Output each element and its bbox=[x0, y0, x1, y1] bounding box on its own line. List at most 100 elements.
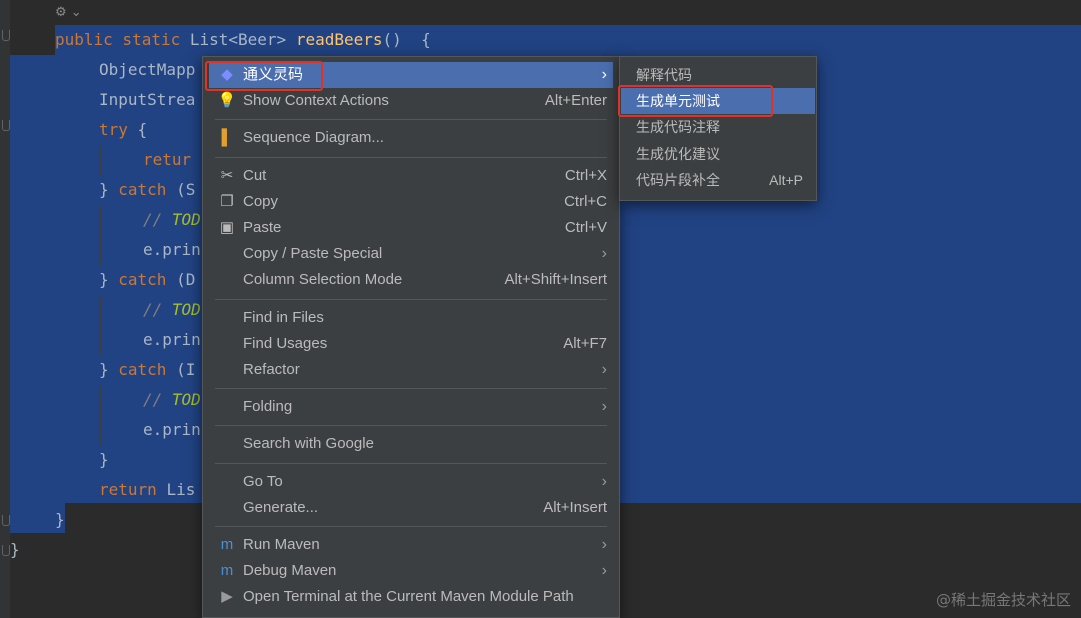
menu-item-label: Open Terminal at the Current Maven Modul… bbox=[243, 588, 574, 606]
code-line[interactable]: e.prin bbox=[143, 235, 201, 265]
indent-guide bbox=[100, 295, 101, 355]
menu-item-refactor[interactable]: Refactor › bbox=[209, 357, 613, 383]
code-line[interactable]: } catch (S bbox=[99, 175, 195, 205]
code-token: ObjectMapp bbox=[99, 60, 196, 79]
submenu-item-label: 生成优化建议 bbox=[636, 145, 720, 162]
menu-item-debug-maven[interactable]: m Debug Maven › bbox=[209, 558, 613, 584]
menu-item-label: Show Context Actions bbox=[243, 92, 389, 110]
code-line[interactable]: public static List<Beer> readBeers() { bbox=[55, 25, 431, 55]
menu-item-shortcut: Alt+Enter bbox=[544, 92, 607, 110]
fold-marker-icon[interactable] bbox=[2, 515, 10, 526]
submenu-item[interactable]: 生成代码注释 bbox=[621, 114, 815, 140]
menu-item-copy[interactable]: ❐ Copy Ctrl+C bbox=[209, 189, 613, 215]
menu-item-shortcut: Alt+Shift+Insert bbox=[504, 271, 607, 289]
menu-item-label: Generate... bbox=[243, 498, 319, 516]
code-token: InputStrea bbox=[99, 90, 196, 109]
menu-item-shortcut: Alt+Insert bbox=[543, 498, 607, 516]
menu-item-open-terminal-at-the-current-maven-module-path[interactable]: ▶ Open Terminal at the Current Maven Modu… bbox=[209, 584, 613, 610]
menu-item-column-selection-mode[interactable]: Column Selection Mode Alt+Shift+Insert bbox=[209, 267, 613, 293]
menu-separator bbox=[215, 526, 607, 527]
code-token: } bbox=[55, 510, 65, 529]
terminal-icon: ▶ bbox=[221, 588, 233, 606]
menu-item-go-to[interactable]: Go To › bbox=[209, 469, 613, 495]
code-line[interactable]: } bbox=[55, 505, 65, 535]
menu-item-shortcut: Ctrl+C bbox=[564, 192, 607, 210]
code-token: catch bbox=[118, 360, 177, 379]
code-line[interactable]: try { bbox=[99, 115, 147, 145]
code-token: // bbox=[143, 300, 172, 319]
menu-item-paste[interactable]: ▣ Paste Ctrl+V bbox=[209, 215, 613, 241]
menu-item-label: Debug Maven bbox=[243, 562, 337, 580]
menu-item-search-with-google[interactable]: Search with Google bbox=[209, 431, 613, 457]
menu-item-label: Find in Files bbox=[243, 308, 324, 326]
submenu-item[interactable]: 解释代码 bbox=[621, 62, 815, 88]
menu-item-find-usages[interactable]: Find Usages Alt+F7 bbox=[209, 331, 613, 357]
code-line[interactable]: } catch (I bbox=[99, 355, 195, 385]
menu-item-label: Folding bbox=[243, 398, 293, 416]
code-line[interactable]: return Lis bbox=[99, 475, 195, 505]
submenu-item[interactable]: 生成优化建议 bbox=[621, 141, 815, 167]
paste-icon: ▣ bbox=[219, 219, 235, 236]
fold-marker-icon[interactable] bbox=[2, 545, 10, 556]
code-token: catch bbox=[118, 180, 177, 199]
code-token: // bbox=[143, 390, 172, 409]
code-line[interactable]: } bbox=[99, 445, 109, 475]
menu-item-shortcut: Ctrl+X bbox=[564, 166, 607, 184]
code-token: (S bbox=[176, 180, 196, 199]
scissors-icon: ✂ bbox=[220, 166, 234, 184]
tongyi-lingma-submenu[interactable]: 解释代码 生成单元测试 生成代码注释 生成优化建议 代码片段补全 Alt+P bbox=[618, 56, 817, 201]
submenu-item-label: 代码片段补全 bbox=[636, 171, 720, 188]
menu-item-cut[interactable]: ✂ Cut Ctrl+X bbox=[209, 163, 613, 189]
menu-item-folding[interactable]: Folding › bbox=[209, 394, 613, 420]
code-token: } bbox=[99, 360, 119, 379]
code-token: TOD bbox=[171, 300, 201, 319]
code-token: e.prin bbox=[143, 240, 201, 259]
code-token: TOD bbox=[171, 210, 201, 229]
menu-item-label: Paste bbox=[243, 219, 282, 236]
menu-separator bbox=[215, 462, 607, 464]
menu-item-run-maven[interactable]: m Run Maven › bbox=[209, 532, 613, 558]
code-token: TOD bbox=[171, 390, 201, 409]
chevron-right-icon: › bbox=[601, 398, 607, 416]
code-line[interactable]: } bbox=[10, 535, 20, 565]
code-line[interactable]: ObjectMapp bbox=[99, 55, 195, 85]
code-line[interactable]: e.prin bbox=[143, 325, 201, 355]
fold-marker-icon[interactable] bbox=[2, 30, 10, 41]
code-line[interactable]: } catch (D bbox=[99, 265, 195, 295]
code-token: e.prin bbox=[143, 330, 201, 349]
menu-item-label: Copy / Paste Special bbox=[243, 245, 383, 263]
code-token: readBeers bbox=[295, 30, 383, 49]
maven-run-icon: m bbox=[220, 536, 234, 553]
submenu-item-label: 生成代码注释 bbox=[636, 119, 720, 136]
submenu-item[interactable]: 代码片段补全 Alt+P bbox=[621, 167, 815, 193]
fold-marker-icon[interactable] bbox=[2, 120, 10, 131]
code-token: (I bbox=[176, 360, 196, 379]
menu-item-label: Go To bbox=[243, 472, 283, 490]
menu-separator bbox=[215, 119, 607, 121]
code-line[interactable]: e.prin bbox=[143, 415, 201, 445]
menu-item-sequence-diagram[interactable]: ▌ Sequence Diagram... bbox=[209, 125, 613, 151]
menu-item-label: Refactor bbox=[243, 361, 300, 378]
menu-item-show-context-actions[interactable]: 💡 Show Context Actions Alt+Enter bbox=[209, 88, 613, 114]
code-token: e.prin bbox=[143, 420, 201, 439]
menu-item-label: Column Selection Mode bbox=[243, 271, 403, 289]
chevron-right-icon: › bbox=[601, 472, 607, 490]
menu-item-copy-paste-special[interactable]: Copy / Paste Special › bbox=[209, 241, 613, 267]
code-token: public static bbox=[55, 30, 190, 49]
menu-item-label: Run Maven bbox=[243, 536, 320, 553]
code-line[interactable]: // TOD bbox=[143, 385, 201, 415]
highlight-box bbox=[618, 85, 773, 118]
menu-item-label: Cut bbox=[243, 166, 267, 184]
code-line[interactable]: // TOD bbox=[143, 295, 201, 325]
chevron-right-icon: › bbox=[601, 536, 607, 553]
inlay-hint-icon[interactable]: ⚙ ⌄ bbox=[55, 5, 82, 20]
code-token: (D bbox=[176, 270, 196, 289]
code-token: } bbox=[10, 540, 20, 559]
code-token: return bbox=[99, 480, 167, 499]
menu-separator bbox=[215, 156, 607, 158]
menu-item-shortcut: Ctrl+V bbox=[564, 219, 607, 236]
menu-item-find-in-files[interactable]: Find in Files bbox=[209, 305, 613, 331]
menu-item-generate[interactable]: Generate... Alt+Insert bbox=[209, 495, 613, 521]
editor-context-menu[interactable]: ◆ 通义灵码 › 💡 Show Context Actions Alt+Enter ▌ Seq… bbox=[202, 56, 620, 618]
code-line[interactable]: // TOD bbox=[143, 205, 201, 235]
